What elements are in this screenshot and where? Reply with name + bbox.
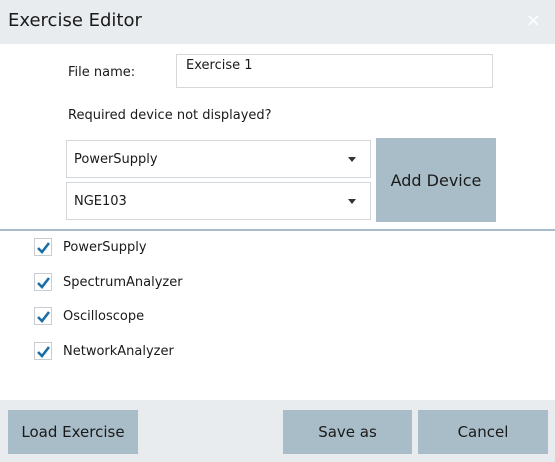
device-item-networkanalyzer[interactable]: NetworkAnalyzer	[34, 340, 174, 362]
filename-label: File name:	[68, 65, 136, 80]
save-as-button[interactable]: Save as	[283, 410, 412, 454]
device-item-spectrumanalyzer[interactable]: SpectrumAnalyzer	[34, 271, 183, 293]
chevron-down-icon	[348, 199, 356, 204]
checkmark-icon	[37, 311, 51, 323]
device-label: NetworkAnalyzer	[63, 343, 174, 359]
cancel-button[interactable]: Cancel	[418, 410, 548, 454]
device-label: Oscilloscope	[63, 308, 145, 324]
window-title: Exercise Editor	[8, 10, 142, 31]
device-checkbox[interactable]	[34, 307, 52, 325]
device-label: SpectrumAnalyzer	[63, 274, 183, 290]
section-divider	[0, 229, 555, 231]
checkmark-icon	[37, 242, 51, 254]
device-model-select[interactable]: NGE103	[66, 182, 371, 220]
device-type-select[interactable]: PowerSupply	[66, 140, 371, 178]
device-hint-text: Required device not displayed?	[68, 108, 272, 123]
add-device-button[interactable]: Add Device	[376, 138, 496, 222]
checkmark-icon	[37, 277, 51, 289]
device-model-value: NGE103	[74, 194, 127, 209]
device-item-powersupply[interactable]: PowerSupply	[34, 236, 147, 258]
device-item-oscilloscope[interactable]: Oscilloscope	[34, 305, 144, 327]
device-type-value: PowerSupply	[74, 152, 158, 167]
filename-input[interactable]	[176, 54, 493, 88]
title-bar: Exercise Editor ×	[0, 0, 555, 44]
device-checkbox[interactable]	[34, 273, 52, 291]
chevron-down-icon	[348, 157, 356, 162]
exercise-editor-dialog: Exercise Editor × File name: Required de…	[0, 0, 555, 462]
load-exercise-button[interactable]: Load Exercise	[8, 410, 138, 454]
device-checkbox[interactable]	[34, 342, 52, 360]
device-checkbox[interactable]	[34, 238, 52, 256]
close-icon[interactable]: ×	[526, 12, 541, 30]
checkmark-icon	[37, 346, 51, 358]
device-label: PowerSupply	[63, 239, 147, 255]
